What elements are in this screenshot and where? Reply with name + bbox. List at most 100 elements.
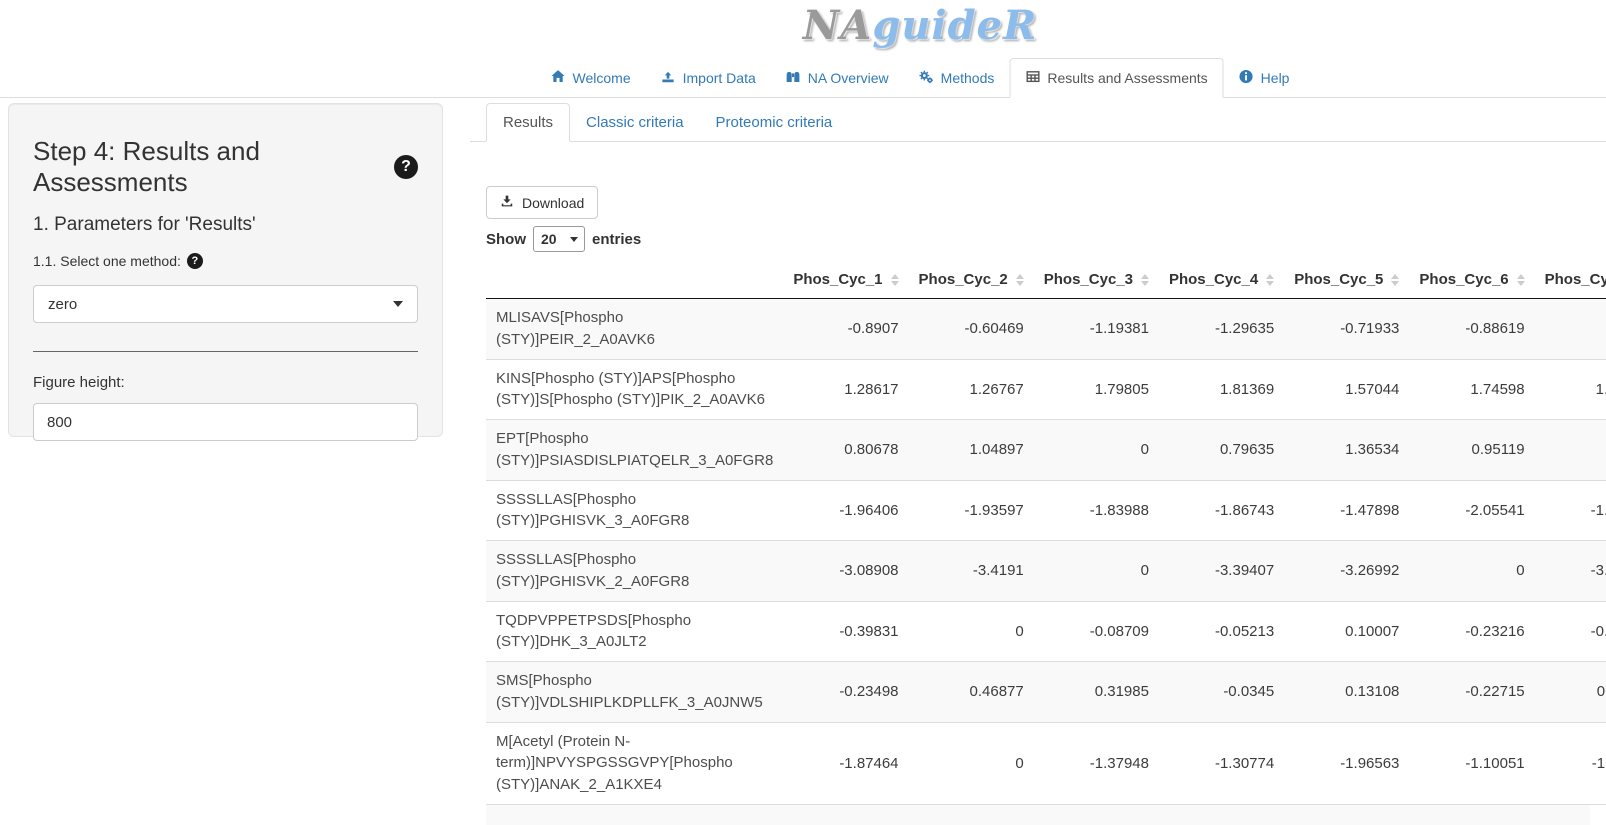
logo-na-text: NA (803, 2, 873, 49)
value-cell: -1.96563 (1284, 722, 1409, 804)
step-title: Step 4: Results and Assessments (33, 136, 418, 198)
value-cell: -1.19381 (1034, 299, 1159, 360)
results-body: Download Show 20 entries Phos_Cyc_1 Phos… (470, 142, 1606, 805)
page-length-select[interactable]: 20 (533, 226, 585, 252)
value-cell: 0.80678 (783, 420, 908, 481)
question-circle-icon[interactable] (187, 253, 203, 269)
sidebar-divider (33, 351, 418, 352)
sub-tab-bar: Results Classic criteria Proteomic crite… (470, 103, 1606, 142)
sort-icon (1266, 274, 1274, 286)
column-header[interactable]: Phos_Cyc_2 (909, 261, 1034, 299)
sidebar-panel: Step 4: Results and Assessments 1. Param… (8, 103, 443, 437)
row-name-cell: SSSSLLAS[Phospho (STY)]PGHISVK_3_A0FGR8 (486, 480, 783, 541)
column-header-rownames[interactable] (486, 261, 783, 299)
nav-tab-import-data[interactable]: Import Data (646, 58, 771, 98)
sort-icon (891, 274, 899, 286)
column-header[interactable]: Phos_Cyc_7 (1535, 261, 1606, 299)
nav-tab-label: Welcome (573, 70, 631, 86)
table-row: M[Acetyl (Protein N-term)]NPVYSPGSSGVPY[… (486, 722, 1606, 804)
download-label: Download (522, 195, 584, 211)
value-cell: 0.20511 (1535, 662, 1606, 723)
method-label-row: 1.1. Select one method: (33, 253, 418, 269)
value-cell: 0 (1409, 541, 1534, 602)
column-header[interactable]: Phos_Cyc_6 (1409, 261, 1534, 299)
value-cell: -1.37948 (1034, 722, 1159, 804)
value-cell: -3.4191 (909, 541, 1034, 602)
sort-icon (1141, 274, 1149, 286)
value-cell: 0.79635 (1159, 420, 1284, 481)
show-label: Show (486, 231, 526, 248)
tab-proteomic-criteria[interactable]: Proteomic criteria (700, 103, 849, 142)
row-name-cell: SMS[Phospho (STY)]VDLSHIPLKDPLLFK_3_A0JN… (486, 662, 783, 723)
value-cell: 1.81369 (1159, 359, 1284, 420)
value-cell: -0.60469 (909, 299, 1034, 360)
value-cell: -1.30774 (1159, 722, 1284, 804)
column-header[interactable]: Phos_Cyc_5 (1284, 261, 1409, 299)
entries-label: entries (592, 231, 641, 248)
value-cell: -1.87464 (783, 722, 908, 804)
value-cell: 0.46877 (909, 662, 1034, 723)
value-cell: -1.47898 (1284, 480, 1409, 541)
table-header-row: Phos_Cyc_1 Phos_Cyc_2 Phos_Cyc_3 Phos_Cy… (486, 261, 1606, 299)
value-cell: -3.39407 (1159, 541, 1284, 602)
results-panel: Results Classic criteria Proteomic crite… (470, 103, 1606, 825)
value-cell: 0 (1034, 420, 1159, 481)
value-cell: 0 (1034, 541, 1159, 602)
nav-tab-label: Help (1261, 70, 1290, 86)
column-header[interactable]: Phos_Cyc_3 (1034, 261, 1159, 299)
value-cell: -0.23216 (1409, 601, 1534, 662)
tab-classic-criteria[interactable]: Classic criteria (570, 103, 700, 142)
value-cell: 1.57898 (1535, 359, 1606, 420)
value-cell: 0 (1535, 420, 1606, 481)
row-name-cell: M[Acetyl (Protein N-term)]NPVYSPGSSGVPY[… (486, 722, 783, 804)
table-row: SSSSLLAS[Phospho (STY)]PGHISVK_2_A0FGR8 … (486, 541, 1606, 602)
figure-height-label: Figure height: (33, 374, 418, 391)
method-label-text: 1.1. Select one method: (33, 253, 181, 269)
value-cell: -1.96406 (783, 480, 908, 541)
value-cell: 1.57044 (1284, 359, 1409, 420)
sort-icon (1391, 274, 1399, 286)
table-icon (1025, 69, 1040, 87)
tab-results[interactable]: Results (486, 103, 570, 142)
value-cell: -3.26992 (1284, 541, 1409, 602)
figure-height-input[interactable] (33, 403, 418, 441)
home-icon (551, 69, 566, 87)
table-row: MLISAVS[Phospho (STY)]PEIR_2_A0AVK6 -0.8… (486, 299, 1606, 360)
nav-tab-help[interactable]: Help (1224, 58, 1305, 98)
value-cell: -0.50201 (1535, 601, 1606, 662)
sort-icon (1016, 274, 1024, 286)
value-cell: -0.8907 (783, 299, 908, 360)
table-row: KINS[Phospho (STY)]APS[Phospho (STY)]S[P… (486, 359, 1606, 420)
method-select-value: zero (48, 296, 77, 313)
app-logo: NAguideR (0, 2, 1606, 49)
show-entries-control: Show 20 entries (486, 226, 1590, 252)
table-row-partial (486, 805, 1590, 825)
value-cell: 0.13108 (1284, 662, 1409, 723)
sort-icon (1517, 274, 1525, 286)
nav-tab-methods[interactable]: Methods (904, 58, 1010, 98)
value-cell: -0.951 (1535, 299, 1606, 360)
table-row: SSSSLLAS[Phospho (STY)]PGHISVK_3_A0FGR8 … (486, 480, 1606, 541)
column-header[interactable]: Phos_Cyc_4 (1159, 261, 1284, 299)
logo-guider-text: guideR (872, 2, 1037, 49)
value-cell: -0.88619 (1409, 299, 1534, 360)
row-name-cell: TQDPVPPETPSDS[Phospho (STY)]DHK_3_A0JLT2 (486, 601, 783, 662)
method-select[interactable]: zero (33, 285, 418, 323)
table-row: SMS[Phospho (STY)]VDLSHIPLKDPLLFK_3_A0JN… (486, 662, 1606, 723)
nav-tab-na-overview[interactable]: NA Overview (771, 58, 904, 98)
nav-tab-results-and-assessments[interactable]: Results and Assessments (1009, 58, 1223, 98)
nav-tab-welcome[interactable]: Welcome (536, 58, 646, 98)
value-cell: -1.10051 (1409, 722, 1534, 804)
nav-tab-label: Results and Assessments (1047, 70, 1207, 86)
download-button[interactable]: Download (486, 186, 598, 219)
value-cell: -1.83757 (1535, 480, 1606, 541)
value-cell: 0.31985 (1034, 662, 1159, 723)
value-cell: -2.05541 (1409, 480, 1534, 541)
question-circle-icon[interactable] (394, 155, 418, 179)
value-cell: 1.79805 (1034, 359, 1159, 420)
value-cell: -1.86743 (1159, 480, 1284, 541)
nav-tab-label: Methods (941, 70, 995, 86)
page-length-value: 20 (541, 231, 557, 247)
column-header[interactable]: Phos_Cyc_1 (783, 261, 908, 299)
table-row: EPT[Phospho (STY)]PSIASDISLPIATQELR_3_A0… (486, 420, 1606, 481)
